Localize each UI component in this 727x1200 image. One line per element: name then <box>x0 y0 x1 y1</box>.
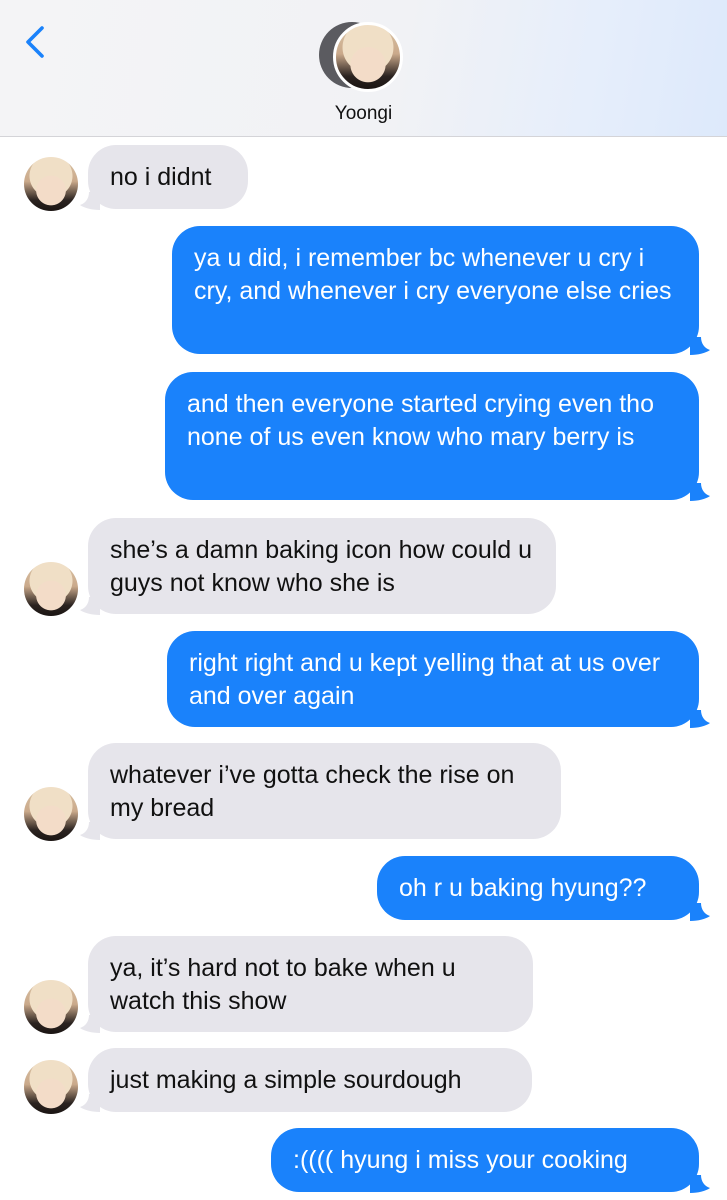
sender-avatar[interactable] <box>24 157 78 211</box>
chevron-left-icon <box>26 26 44 58</box>
contact-avatar[interactable] <box>319 22 409 92</box>
conversation-header: Yoongi <box>0 0 727 137</box>
chat-screen: Yoongi no i didnt ya u did, i remember b… <box>0 0 727 1200</box>
contact-photo <box>333 22 403 92</box>
sender-avatar[interactable] <box>24 980 78 1034</box>
message-bubble-incoming[interactable]: no i didnt <box>88 145 248 209</box>
contact-name[interactable]: Yoongi <box>0 103 727 125</box>
bubble-tail <box>690 710 710 728</box>
message-bubble-incoming[interactable]: she’s a damn baking icon how could u guy… <box>88 518 556 614</box>
sender-avatar[interactable] <box>24 1060 78 1114</box>
sender-avatar[interactable] <box>24 562 78 616</box>
message-bubble-incoming[interactable]: ya, it’s hard not to bake when u watch t… <box>88 936 533 1032</box>
sender-avatar[interactable] <box>24 787 78 841</box>
message-bubble-outgoing[interactable]: right right and u kept yelling that at u… <box>167 631 699 727</box>
bubble-tail <box>690 903 710 921</box>
message-bubble-outgoing[interactable]: oh r u baking hyung?? <box>377 856 699 920</box>
message-bubble-outgoing[interactable]: :(((( hyung i miss your cooking <box>271 1128 699 1192</box>
message-bubble-incoming[interactable]: just making a simple sourdough <box>88 1048 532 1112</box>
bubble-tail <box>690 1175 710 1193</box>
bubble-tail <box>690 337 710 355</box>
message-bubble-outgoing[interactable]: ya u did, i remember bc whenever u cry i… <box>172 226 699 354</box>
message-bubble-outgoing[interactable]: and then everyone started crying even th… <box>165 372 699 500</box>
message-bubble-incoming[interactable]: whatever i’ve gotta check the rise on my… <box>88 743 561 839</box>
back-button[interactable] <box>18 20 54 64</box>
bubble-tail <box>690 483 710 501</box>
